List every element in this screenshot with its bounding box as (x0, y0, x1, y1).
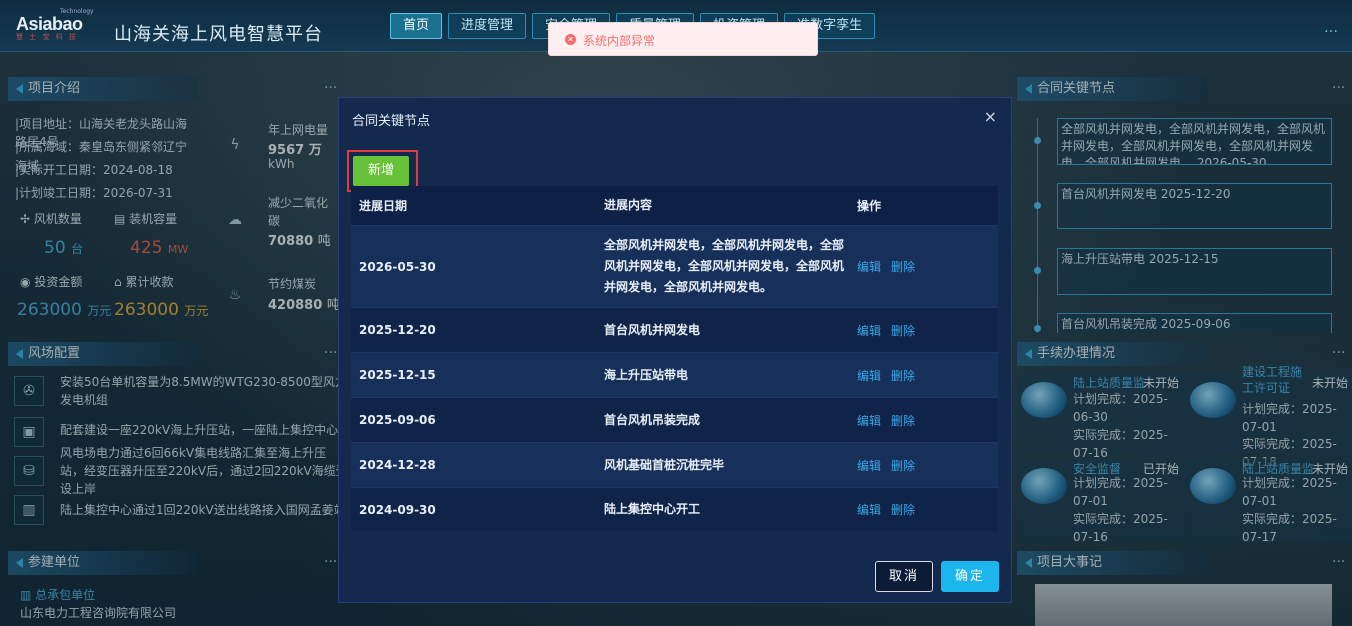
add-button[interactable]: 新增 (353, 156, 409, 186)
table-row: 2025-12-20 首台风机并网发电 编辑 删除 (351, 307, 998, 352)
nav-home[interactable]: 首页 (390, 13, 443, 39)
dialog-title: 合同关键节点 (352, 114, 431, 129)
delete-link[interactable]: 删除 (891, 414, 915, 428)
delete-link[interactable]: 删除 (891, 260, 915, 274)
delete-link[interactable]: 删除 (891, 503, 915, 517)
edit-link[interactable]: 编辑 (857, 369, 881, 383)
header-actions: 操作 (857, 199, 882, 213)
error-toast: ✕ 系统内部异常 (548, 22, 818, 56)
close-icon[interactable]: × (984, 107, 997, 126)
key-nodes-dialog: 合同关键节点 × 新增 进展日期 进展内容 操作 2026-05-30 全部风机… (338, 97, 1012, 603)
nav-progress[interactable]: 进度管理 (448, 13, 527, 39)
table-row: 2024-12-28 风机基础首桩沉桩完毕 编辑 删除 (351, 442, 998, 487)
confirm-button[interactable]: 确定 (941, 561, 999, 592)
edit-link[interactable]: 编辑 (857, 459, 881, 473)
toast-message: 系统内部异常 (583, 34, 656, 48)
edit-link[interactable]: 编辑 (857, 324, 881, 338)
cancel-button[interactable]: 取消 (875, 561, 933, 592)
header-content: 进展内容 (604, 198, 653, 212)
error-icon: ✕ (565, 34, 576, 45)
table-row: 2026-05-30 全部风机并网发电，全部风机并网发电，全部风机并网发电，全部… (351, 225, 998, 307)
table-row: 2025-09-06 首台风机吊装完成 编辑 删除 (351, 397, 998, 442)
edit-link[interactable]: 编辑 (857, 503, 881, 517)
platform-title: 山海关海上风电智慧平台 (114, 24, 323, 45)
delete-link[interactable]: 删除 (891, 324, 915, 338)
delete-link[interactable]: 删除 (891, 369, 915, 383)
table-row: 2025-12-15 海上升压站带电 编辑 删除 (351, 352, 998, 397)
table-row: 2024-09-30 陆上集控中心开工 编辑 删除 (351, 487, 998, 531)
company-logo: Technology Asiabao 慧 士 宝 科 技 (16, 8, 94, 41)
nodes-table: 进展日期 进展内容 操作 2026-05-30 全部风机并网发电，全部风机并网发… (351, 186, 998, 531)
delete-link[interactable]: 删除 (891, 459, 915, 473)
table-header: 进展日期 进展内容 操作 (351, 186, 998, 225)
header-date: 进展日期 (359, 199, 408, 213)
edit-link[interactable]: 编辑 (857, 260, 881, 274)
edit-link[interactable]: 编辑 (857, 414, 881, 428)
header-menu-icon[interactable]: … (1324, 20, 1338, 36)
